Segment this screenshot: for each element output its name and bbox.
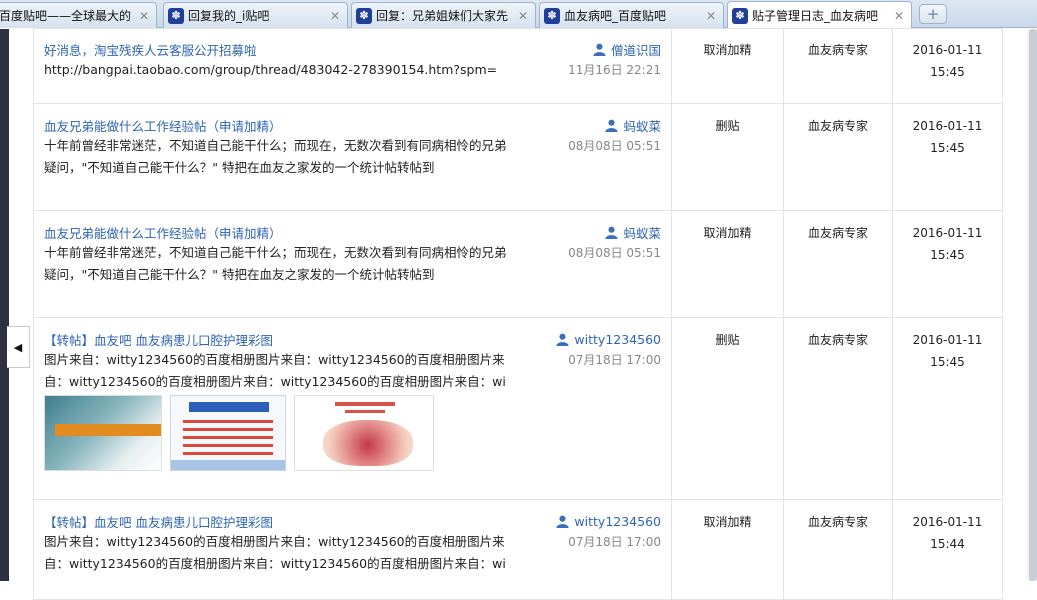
tab-reply-brothers[interactable]: ✽ 回复：兄弟姐妹们大家先 ✕	[351, 2, 536, 28]
operator-name: 血友病专家	[783, 499, 893, 600]
operation-clock: 15:45	[930, 65, 965, 79]
operation-type: 删贴	[671, 103, 784, 211]
paw-icon: ✽	[356, 7, 372, 24]
user-icon	[556, 333, 569, 346]
author-name: witty1234560	[574, 331, 661, 347]
close-icon[interactable]: ✕	[327, 9, 343, 23]
close-icon[interactable]: ✕	[136, 9, 152, 23]
post-cell: 【转帖】血友吧 血友病患儿口腔护理彩图 witty1234560 图片来自：wi…	[33, 499, 672, 600]
paw-icon: ✽	[544, 7, 560, 24]
post-date: 07月18日 17:00	[568, 353, 661, 367]
operator-name: 血友病专家	[783, 317, 893, 500]
operation-time: 2016-01-11 15:45	[892, 28, 1003, 104]
post-cell: 血友兄弟能做什么工作经验帖（申请加精） 蚂蚁菜 十年前曾经非常迷茫，不知道自己能…	[33, 210, 672, 318]
browser-tab-bar: 百度贴吧——全球最大的 ✕ ✽ 回复我的_i贴吧 ✕ ✽ 回复：兄弟姐妹们大家先…	[0, 0, 1037, 29]
collapse-sidebar-button[interactable]: ◀	[7, 326, 30, 368]
post-management-log-table: 好消息，淘宝残疾人云客服公开招募啦 僧道识国 http://bangpai.ta…	[33, 28, 1003, 600]
operation-time: 2016-01-11 15:45	[892, 317, 1003, 500]
tab-title: 血友病吧_百度贴吧	[564, 9, 667, 23]
author-name: 僧道识国	[610, 42, 661, 58]
close-icon[interactable]: ✕	[703, 9, 719, 23]
table-row: 血友兄弟能做什么工作经验帖（申请加精） 蚂蚁菜 十年前曾经非常迷茫，不知道自己能…	[33, 210, 1003, 318]
left-sidebar-strip	[0, 29, 9, 581]
table-row: 【转帖】血友吧 血友病患儿口腔护理彩图 witty1234560 图片来自：wi…	[33, 499, 1003, 600]
user-icon	[605, 119, 619, 132]
author-name: witty1234560	[574, 513, 661, 529]
operation-type: 取消加精	[671, 210, 784, 318]
operation-type: 取消加精	[671, 28, 784, 104]
author-name: 蚂蚁菜	[623, 225, 661, 241]
operation-clock: 15:45	[930, 355, 965, 369]
post-author-link[interactable]: 僧道识国	[593, 40, 661, 59]
operation-time: 2016-01-11 15:45	[892, 210, 1003, 318]
new-tab-button[interactable]: +	[919, 4, 947, 24]
paw-icon: ✽	[168, 7, 184, 24]
operation-clock: 15:44	[930, 537, 965, 551]
user-icon	[593, 43, 606, 56]
post-author-link[interactable]: witty1234560	[556, 332, 661, 347]
operation-time: 2016-01-11 15:45	[892, 103, 1003, 211]
table-row: 【转帖】血友吧 血友病患儿口腔护理彩图 witty1234560 图片来自：wi…	[33, 317, 1003, 500]
operator-name: 血友病专家	[783, 103, 893, 211]
operation-clock: 15:45	[930, 248, 965, 262]
post-image-thumbnails	[44, 395, 661, 471]
close-icon[interactable]: ✕	[891, 9, 907, 23]
paw-icon: ✽	[732, 7, 748, 24]
thumbnail-image[interactable]	[294, 395, 434, 471]
close-icon[interactable]: ✕	[515, 9, 531, 23]
post-date: 11月16日 22:21	[568, 63, 661, 77]
user-icon	[605, 226, 619, 239]
operator-name: 血友病专家	[783, 210, 893, 318]
post-excerpt: 图片来自：witty1234560的百度相册图片来自：witty1234560的…	[44, 534, 506, 571]
operation-type: 取消加精	[671, 499, 784, 600]
post-excerpt: 十年前曾经非常迷茫，不知道自己能干什么；而现在，无数次看到有同病相怜的兄弟疑问，…	[44, 138, 507, 175]
table-row: 血友兄弟能做什么工作经验帖（申请加精） 蚂蚁菜 十年前曾经非常迷茫，不知道自己能…	[33, 103, 1003, 211]
tab-title: 回复：兄弟姐妹们大家先	[376, 9, 509, 23]
operation-clock: 15:45	[930, 141, 965, 155]
post-excerpt: http://bangpai.taobao.com/group/thread/4…	[44, 62, 498, 77]
post-author-link[interactable]: 蚂蚁菜	[605, 223, 661, 242]
thumbnail-image[interactable]	[170, 395, 286, 471]
post-excerpt: 十年前曾经非常迷茫，不知道自己能干什么；而现在，无数次看到有同病相怜的兄弟疑问，…	[44, 245, 507, 282]
operation-date: 2016-01-11	[912, 119, 983, 133]
post-title-link[interactable]: 【转帖】血友吧 血友病患儿口腔护理彩图	[44, 330, 273, 349]
user-icon	[556, 515, 569, 528]
operation-date: 2016-01-11	[912, 515, 983, 529]
post-title-link[interactable]: 血友兄弟能做什么工作经验帖（申请加精）	[44, 223, 282, 242]
scrollbar-thumb[interactable]	[1029, 29, 1037, 581]
post-title-link[interactable]: 好消息，淘宝残疾人云客服公开招募啦	[44, 40, 257, 59]
tab-reply-to-me[interactable]: ✽ 回复我的_i贴吧 ✕	[163, 2, 348, 28]
tab-baidu-home[interactable]: 百度贴吧——全球最大的 ✕	[0, 2, 157, 28]
tab-title: 贴子管理日志_血友病吧	[752, 9, 879, 23]
post-author-link[interactable]: 蚂蚁菜	[605, 116, 661, 135]
post-cell: 好消息，淘宝残疾人云客服公开招募啦 僧道识国 http://bangpai.ta…	[33, 28, 672, 104]
chevron-left-icon: ◀	[13, 340, 23, 354]
tab-hemophilia-bar[interactable]: ✽ 血友病吧_百度贴吧 ✕	[539, 2, 724, 28]
tab-title: 回复我的_i贴吧	[188, 9, 270, 23]
post-date: 08月08日 05:51	[568, 139, 661, 153]
operation-date: 2016-01-11	[912, 43, 983, 57]
tab-post-management-log[interactable]: ✽ 贴子管理日志_血友病吧 ✕	[727, 1, 912, 29]
operation-date: 2016-01-11	[912, 226, 983, 240]
post-date: 07月18日 17:00	[568, 535, 661, 549]
operation-time: 2016-01-11 15:44	[892, 499, 1003, 600]
operation-type: 删贴	[671, 317, 784, 500]
post-date: 08月08日 05:51	[568, 246, 661, 260]
thumbnail-image[interactable]	[44, 395, 162, 471]
post-title-link[interactable]: 【转帖】血友吧 血友病患儿口腔护理彩图	[44, 512, 273, 531]
post-author-link[interactable]: witty1234560	[556, 514, 661, 529]
post-excerpt: 图片来自：witty1234560的百度相册图片来自：witty1234560的…	[44, 352, 506, 389]
operation-date: 2016-01-11	[912, 333, 983, 347]
post-title-link[interactable]: 血友兄弟能做什么工作经验帖（申请加精）	[44, 116, 282, 135]
post-cell: 血友兄弟能做什么工作经验帖（申请加精） 蚂蚁菜 十年前曾经非常迷茫，不知道自己能…	[33, 103, 672, 211]
table-row: 好消息，淘宝残疾人云客服公开招募啦 僧道识国 http://bangpai.ta…	[33, 28, 1003, 104]
post-cell: 【转帖】血友吧 血友病患儿口腔护理彩图 witty1234560 图片来自：wi…	[33, 317, 672, 500]
operator-name: 血友病专家	[783, 28, 893, 104]
author-name: 蚂蚁菜	[623, 118, 661, 134]
tab-title: 百度贴吧——全球最大的	[0, 9, 132, 23]
